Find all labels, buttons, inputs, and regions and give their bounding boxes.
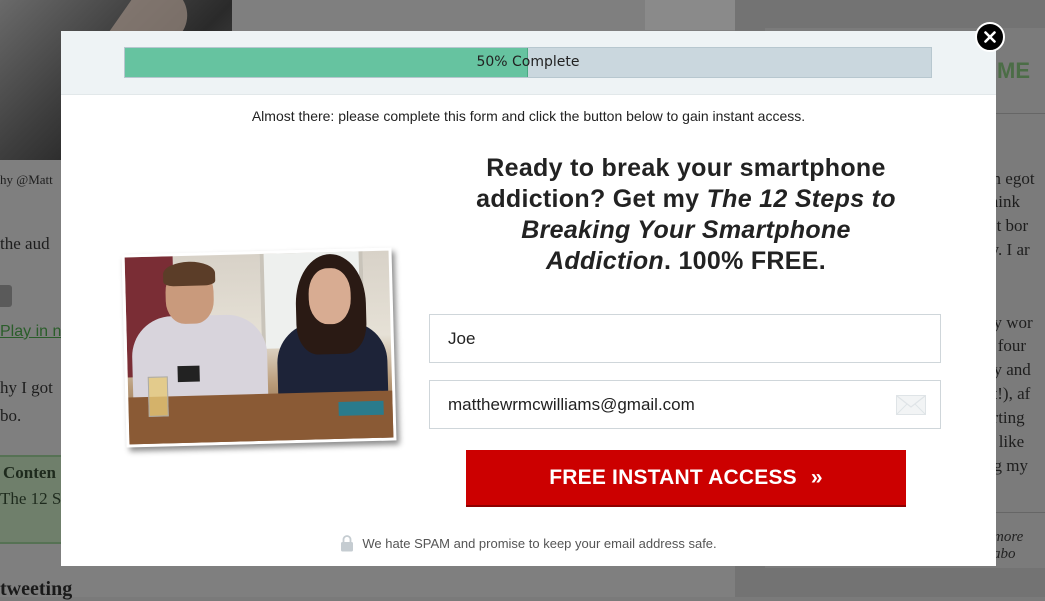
- cta-label: FREE INSTANT ACCESS: [549, 465, 797, 489]
- background-divider: [995, 512, 1045, 513]
- lock-icon: [341, 535, 354, 552]
- background-divider: [995, 113, 1045, 114]
- progress-label: 50% Complete: [476, 54, 580, 70]
- optin-modal: 50% Complete Almost there: please comple…: [61, 31, 996, 566]
- couple-phone-photo: [121, 247, 397, 448]
- background-more-link: more abo: [993, 529, 1024, 562]
- name-field[interactable]: [429, 314, 941, 363]
- background-text-line: the aud: [0, 234, 50, 253]
- modal-header: 50% Complete: [61, 31, 996, 95]
- background-photo-caption: hy @Matt: [0, 172, 53, 187]
- envelope-icon: [896, 395, 926, 415]
- spam-notice: We hate SPAM and promise to keep your em…: [61, 534, 996, 552]
- cta-arrows-icon: »: [810, 465, 823, 489]
- spam-notice-text: We hate SPAM and promise to keep your em…: [362, 536, 717, 551]
- background-header-block: [645, 0, 735, 30]
- background-content-box-title: Conten: [3, 463, 56, 482]
- progress-bar: 50% Complete: [124, 47, 932, 78]
- background-section-heading: tweeting: [0, 578, 73, 600]
- free-instant-access-button[interactable]: FREE INSTANT ACCESS »: [466, 450, 906, 507]
- background-text-line: bo.: [0, 406, 22, 425]
- background-audio-button: [0, 285, 12, 307]
- email-input[interactable]: [430, 381, 940, 428]
- email-field[interactable]: [429, 380, 941, 429]
- name-input[interactable]: [430, 315, 940, 362]
- background-text-line: hy I got: [0, 378, 53, 397]
- background-play-link: Play in n: [0, 323, 62, 340]
- background-content-box-subtitle: The 12 S: [0, 489, 62, 508]
- headline-free-text: . 100% FREE.: [663, 247, 826, 275]
- close-icon: [984, 31, 996, 43]
- offer-headline: Ready to break your smartphone addiction…: [461, 153, 911, 277]
- background-sidebar-title: ME: [997, 58, 1030, 83]
- form-instructions: Almost there: please complete this form …: [251, 108, 806, 124]
- close-modal-button[interactable]: [975, 22, 1005, 52]
